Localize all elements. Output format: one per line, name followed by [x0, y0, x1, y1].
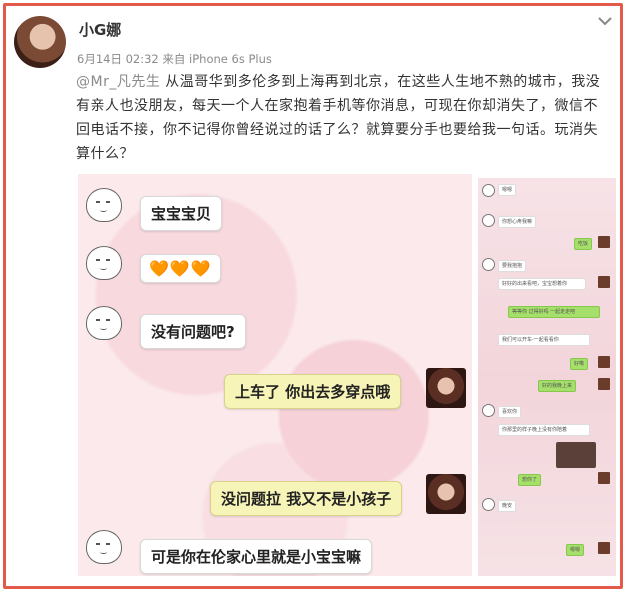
emoji-avatar-icon [482, 184, 495, 197]
photo-avatar [598, 542, 610, 554]
chat-snippet: 我们可以开车-一起看看你 [498, 334, 590, 346]
chat-screenshot-right: 嗯嗯 你想心疼我嘛 吃饭 要我抱抱 好好的出来看吧，宝宝想着你 等等你 过得好吗… [478, 178, 616, 576]
photo-avatar [598, 236, 610, 248]
chat-bubble: 可是你在伦家心里就是小宝宝嘛 [140, 539, 373, 574]
chat-snippet-self: 吃饭 [574, 238, 593, 250]
chat-snippet-self: 等等你 过得好吗 一起走走吧 [508, 306, 600, 318]
emoji-avatar-icon [482, 258, 495, 271]
emoji-avatar-icon [86, 306, 122, 340]
chat-bubble: 没有问题吧? [140, 314, 246, 349]
chat-snippet: 喜欢你 [498, 406, 522, 418]
emoji-avatar-icon [482, 404, 495, 417]
chat-snippet-self: 嗯嗯 [566, 544, 585, 556]
photo-avatar [426, 474, 466, 514]
chat-snippet-self: 想你了 [518, 474, 542, 486]
photo-avatar [598, 356, 610, 368]
chat-bubble-self: 上车了 你出去多穿点哦 [224, 374, 402, 409]
chat-snippet: 晚安 [498, 500, 517, 512]
emoji-avatar-icon [86, 530, 122, 564]
post-meta: 6月14日 02:32 来自 iPhone 6s Plus [77, 52, 272, 66]
chat-snippet: 好好的出来看吧，宝宝想着你 [498, 278, 586, 290]
chat-snippet: 要我抱抱 [498, 260, 527, 272]
post-text: @Mr_凡先生 从温哥华到多伦多到上海再到北京，在这些人生地不熟的城市，我没有亲… [76, 70, 606, 166]
photo-avatar [426, 368, 466, 408]
chat-snippet: 你想心疼我嘛 [498, 216, 537, 228]
photo-avatar [598, 276, 610, 288]
photo-avatar [598, 472, 610, 484]
chat-bubble-hearts: 🧡🧡🧡 [140, 254, 221, 283]
chat-snippet-self: 好嘞 [570, 358, 589, 370]
chat-snippet-self: 好的我晚上来 [538, 380, 577, 392]
chat-snippet: 嗯嗯 [498, 184, 517, 196]
emoji-avatar-icon [86, 188, 122, 222]
mention-link[interactable]: @Mr_凡先生 [76, 74, 160, 90]
photo-avatar [598, 378, 610, 390]
chat-snippet: 你那里的样子晚上没有你陪着 [498, 424, 590, 436]
chat-screenshot-left: 宝宝宝贝 🧡🧡🧡 没有问题吧? 上车了 你出去多穿点哦 没问题拉 我又不是小孩子… [78, 174, 472, 576]
username[interactable]: 小G娜 [79, 19, 121, 40]
chevron-down-icon[interactable] [597, 15, 613, 27]
emoji-avatar-icon [482, 498, 495, 511]
photo-thumbnail [556, 442, 596, 468]
avatar[interactable] [14, 16, 66, 68]
emoji-avatar-icon [482, 214, 495, 227]
emoji-avatar-icon [86, 246, 122, 280]
chat-bubble-self: 没问题拉 我又不是小孩子 [210, 481, 403, 516]
chat-bubble: 宝宝宝贝 [140, 196, 223, 231]
